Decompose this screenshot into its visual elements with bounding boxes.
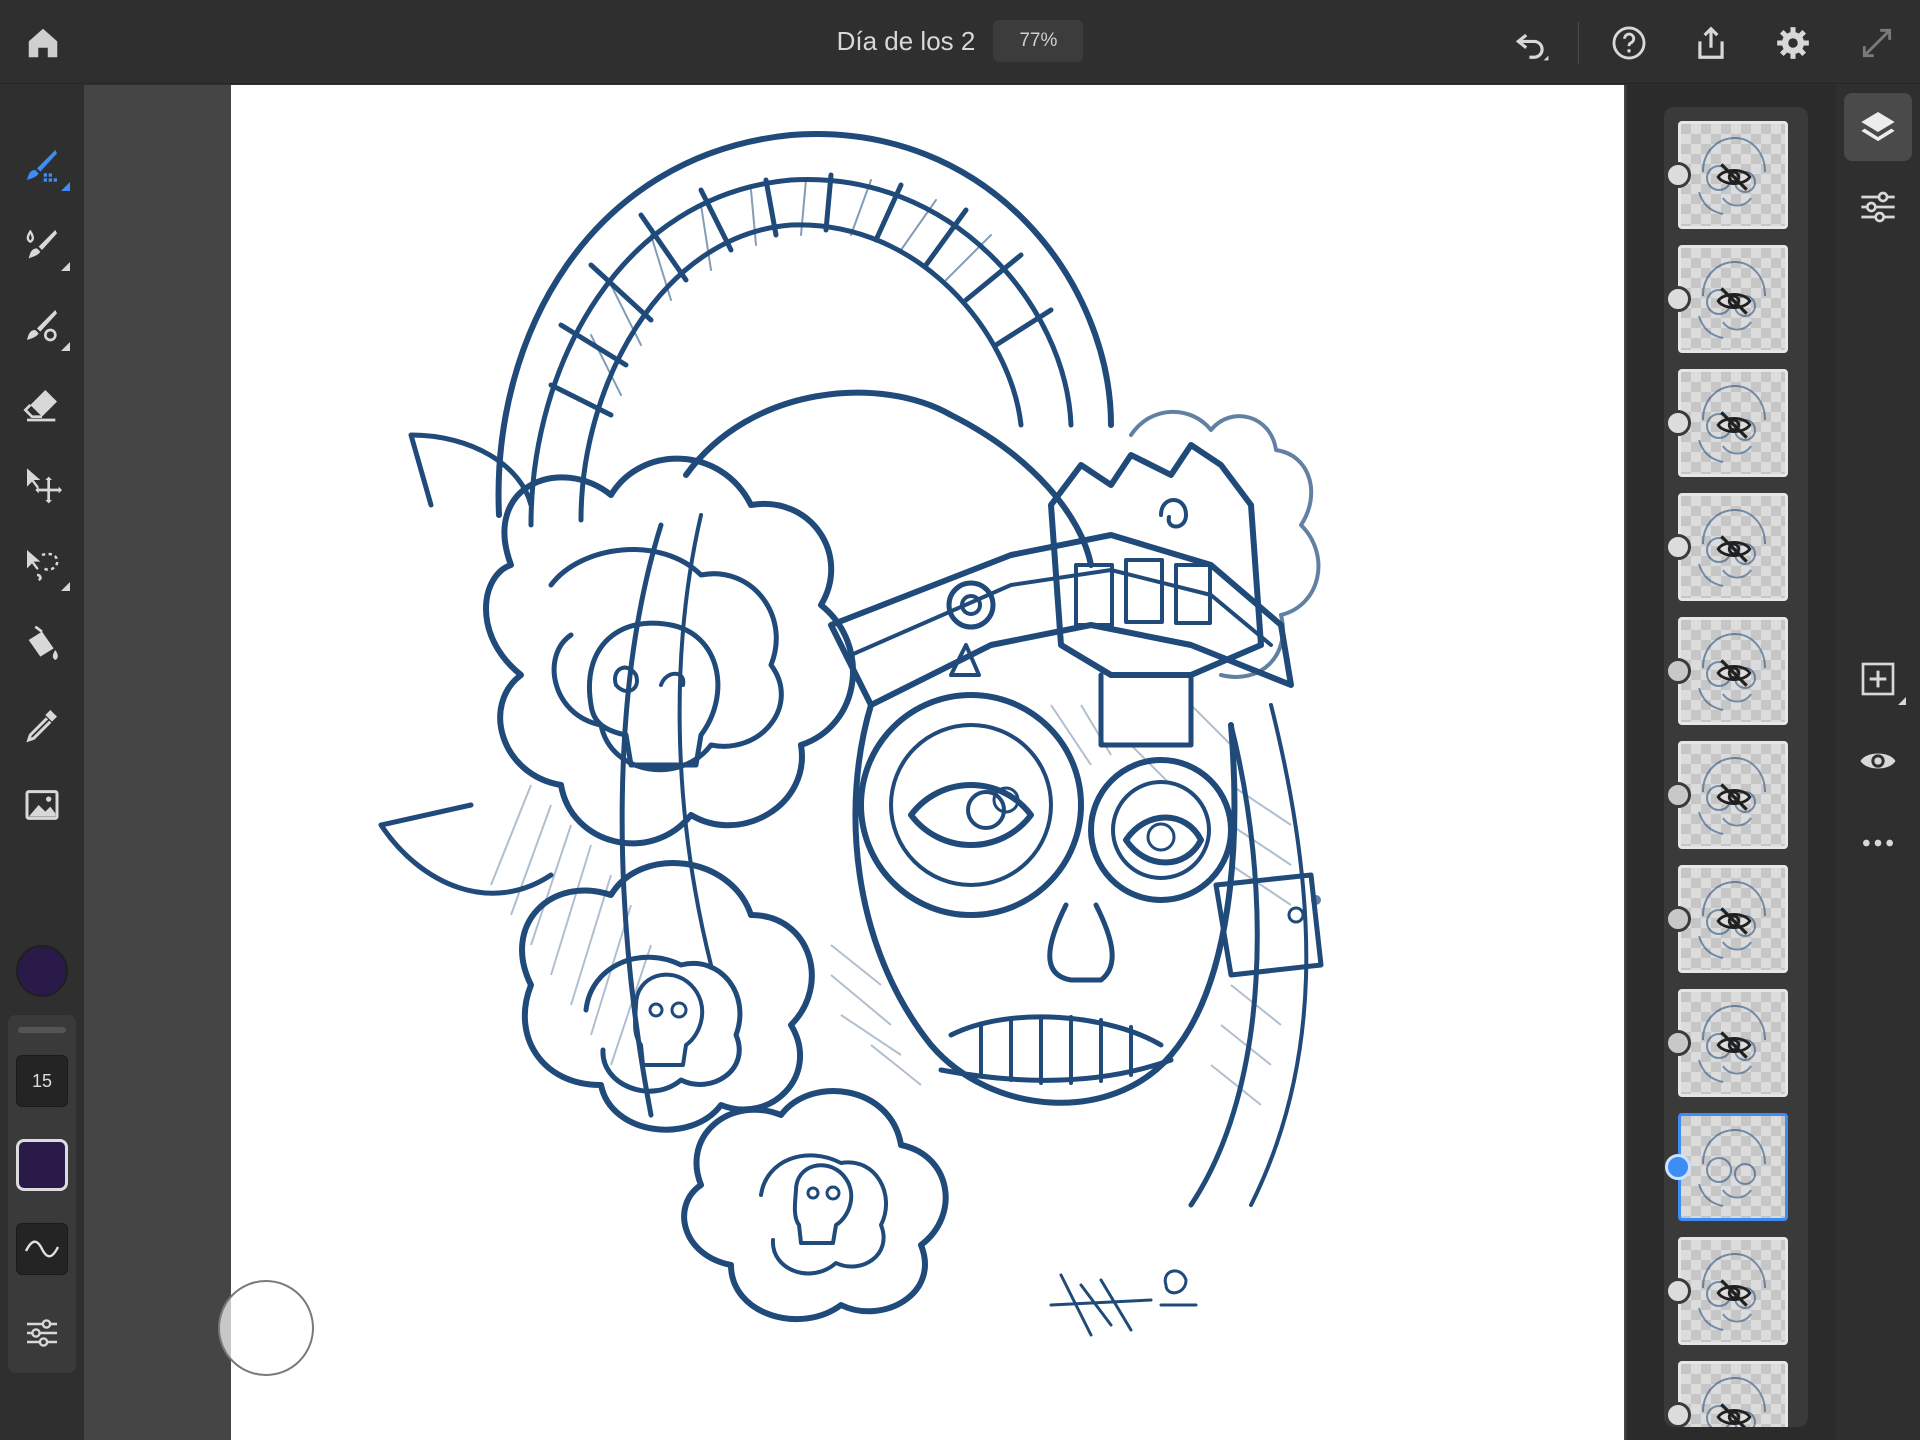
layer-properties-button[interactable] bbox=[1844, 173, 1912, 241]
live-brush-icon bbox=[26, 229, 57, 259]
expand-icon bbox=[1862, 28, 1892, 58]
selection-tool[interactable] bbox=[12, 535, 72, 595]
tool-options-indicator bbox=[61, 342, 70, 351]
layer-thumbnail[interactable] bbox=[1678, 245, 1788, 353]
brush-quick-panel: 15 bbox=[8, 1015, 76, 1373]
live-brush-tool[interactable] bbox=[12, 215, 72, 275]
layer-thumbnail[interactable] bbox=[1678, 1237, 1788, 1345]
image-tool[interactable] bbox=[12, 775, 72, 835]
sliders-icon bbox=[27, 1319, 57, 1347]
left-toolbar: 15 bbox=[0, 85, 84, 1440]
hidden-eye-icon[interactable] bbox=[1715, 1398, 1753, 1427]
layer-drag-handle[interactable] bbox=[1665, 906, 1691, 932]
right-rail bbox=[1836, 85, 1920, 1440]
home-button[interactable] bbox=[14, 14, 72, 72]
document-title[interactable]: Día de los 2 bbox=[837, 26, 976, 57]
layer-thumbnail[interactable] bbox=[1678, 865, 1788, 973]
current-color-swatch[interactable] bbox=[16, 945, 68, 997]
tool-options-indicator bbox=[61, 582, 70, 591]
pixel-brush-icon bbox=[27, 150, 57, 182]
hidden-eye-icon[interactable] bbox=[1715, 902, 1753, 940]
add-layer-options-indicator bbox=[1898, 697, 1906, 705]
layer-drag-handle[interactable] bbox=[1665, 1154, 1691, 1180]
layer-thumbnail[interactable] bbox=[1678, 369, 1788, 477]
gear-icon bbox=[1777, 27, 1809, 59]
layer-drag-handle[interactable] bbox=[1665, 658, 1691, 684]
help-button[interactable] bbox=[1600, 14, 1658, 72]
add-layer-icon bbox=[1861, 662, 1895, 696]
hidden-eye-icon[interactable] bbox=[1715, 530, 1753, 568]
eye-icon bbox=[1860, 753, 1896, 769]
fill-bucket-icon bbox=[28, 625, 58, 660]
eraser-icon bbox=[23, 390, 57, 422]
layers-panel bbox=[1628, 85, 1836, 1440]
hidden-eye-icon[interactable] bbox=[1715, 654, 1753, 692]
fullscreen-button[interactable] bbox=[1848, 14, 1906, 72]
hidden-eye-icon[interactable] bbox=[1715, 778, 1753, 816]
undo-button[interactable] bbox=[1502, 14, 1560, 72]
vector-brush-icon bbox=[27, 310, 57, 342]
layer-thumbnail[interactable] bbox=[1678, 741, 1788, 849]
layer-drag-handle[interactable] bbox=[1665, 782, 1691, 808]
transform-tool[interactable] bbox=[12, 455, 72, 515]
lasso-icon bbox=[27, 550, 59, 582]
eyedropper-tool[interactable] bbox=[12, 695, 72, 755]
visibility-button[interactable] bbox=[1844, 727, 1912, 795]
brush-settings-button[interactable] bbox=[16, 1307, 68, 1359]
settings-button[interactable] bbox=[1764, 14, 1822, 72]
hidden-eye-icon[interactable] bbox=[1715, 282, 1753, 320]
layer-drag-handle[interactable] bbox=[1665, 1278, 1691, 1304]
eraser-tool[interactable] bbox=[12, 375, 72, 435]
eyedropper-icon bbox=[26, 710, 57, 743]
top-divider bbox=[1578, 22, 1579, 64]
hidden-eye-icon[interactable] bbox=[1715, 406, 1753, 444]
tool-options-indicator bbox=[61, 262, 70, 271]
brush-color-button[interactable] bbox=[16, 1139, 68, 1191]
undo-icon bbox=[1515, 33, 1549, 61]
layers-button[interactable] bbox=[1844, 93, 1912, 161]
zoom-level[interactable]: 77% bbox=[993, 20, 1084, 62]
layer-thumbnail[interactable] bbox=[1678, 1361, 1788, 1427]
workspace bbox=[84, 85, 1626, 1440]
brush-size-button[interactable]: 15 bbox=[16, 1055, 68, 1107]
share-button[interactable] bbox=[1682, 14, 1740, 72]
drawing-canvas[interactable] bbox=[231, 85, 1624, 1440]
layer-thumbnail[interactable] bbox=[1678, 493, 1788, 601]
adjustments-icon bbox=[1861, 191, 1895, 223]
layer-drag-handle[interactable] bbox=[1665, 1030, 1691, 1056]
brush-cursor-preview bbox=[218, 1280, 314, 1376]
hidden-eye-icon[interactable] bbox=[1715, 158, 1753, 196]
smoothing-button[interactable] bbox=[16, 1223, 68, 1275]
transform-icon bbox=[27, 468, 62, 504]
help-icon bbox=[1612, 26, 1646, 60]
layer-drag-handle[interactable] bbox=[1665, 410, 1691, 436]
fill-tool[interactable] bbox=[12, 615, 72, 675]
top-bar: Día de los 2 77% bbox=[0, 0, 1920, 84]
layers-icon bbox=[1861, 112, 1895, 142]
wave-icon bbox=[24, 1240, 60, 1258]
panel-grip[interactable] bbox=[18, 1027, 66, 1033]
layer-drag-handle[interactable] bbox=[1665, 1402, 1691, 1427]
more-options-button[interactable] bbox=[1844, 809, 1912, 877]
hidden-eye-icon[interactable] bbox=[1715, 1274, 1753, 1312]
tool-options-indicator bbox=[61, 182, 70, 191]
layers-list[interactable] bbox=[1664, 107, 1808, 1427]
more-icon bbox=[1863, 839, 1893, 847]
vector-brush-tool[interactable] bbox=[12, 295, 72, 355]
layer-thumbnail[interactable] bbox=[1678, 989, 1788, 1097]
layer-thumbnail[interactable] bbox=[1678, 1113, 1788, 1221]
hidden-eye-icon[interactable] bbox=[1715, 1026, 1753, 1064]
layer-drag-handle[interactable] bbox=[1665, 286, 1691, 312]
layer-drag-handle[interactable] bbox=[1665, 534, 1691, 560]
share-icon bbox=[1698, 26, 1724, 59]
add-layer-button[interactable] bbox=[1844, 645, 1912, 713]
layer-drag-handle[interactable] bbox=[1665, 162, 1691, 188]
layer-thumbnail[interactable] bbox=[1678, 617, 1788, 725]
layer-sketch-preview bbox=[1698, 1128, 1766, 1207]
layer-thumbnail[interactable] bbox=[1678, 121, 1788, 229]
pixel-brush-tool[interactable] bbox=[12, 135, 72, 195]
image-icon bbox=[25, 790, 59, 820]
sugar-skull-artwork bbox=[378, 131, 1324, 1337]
home-icon bbox=[28, 28, 58, 58]
